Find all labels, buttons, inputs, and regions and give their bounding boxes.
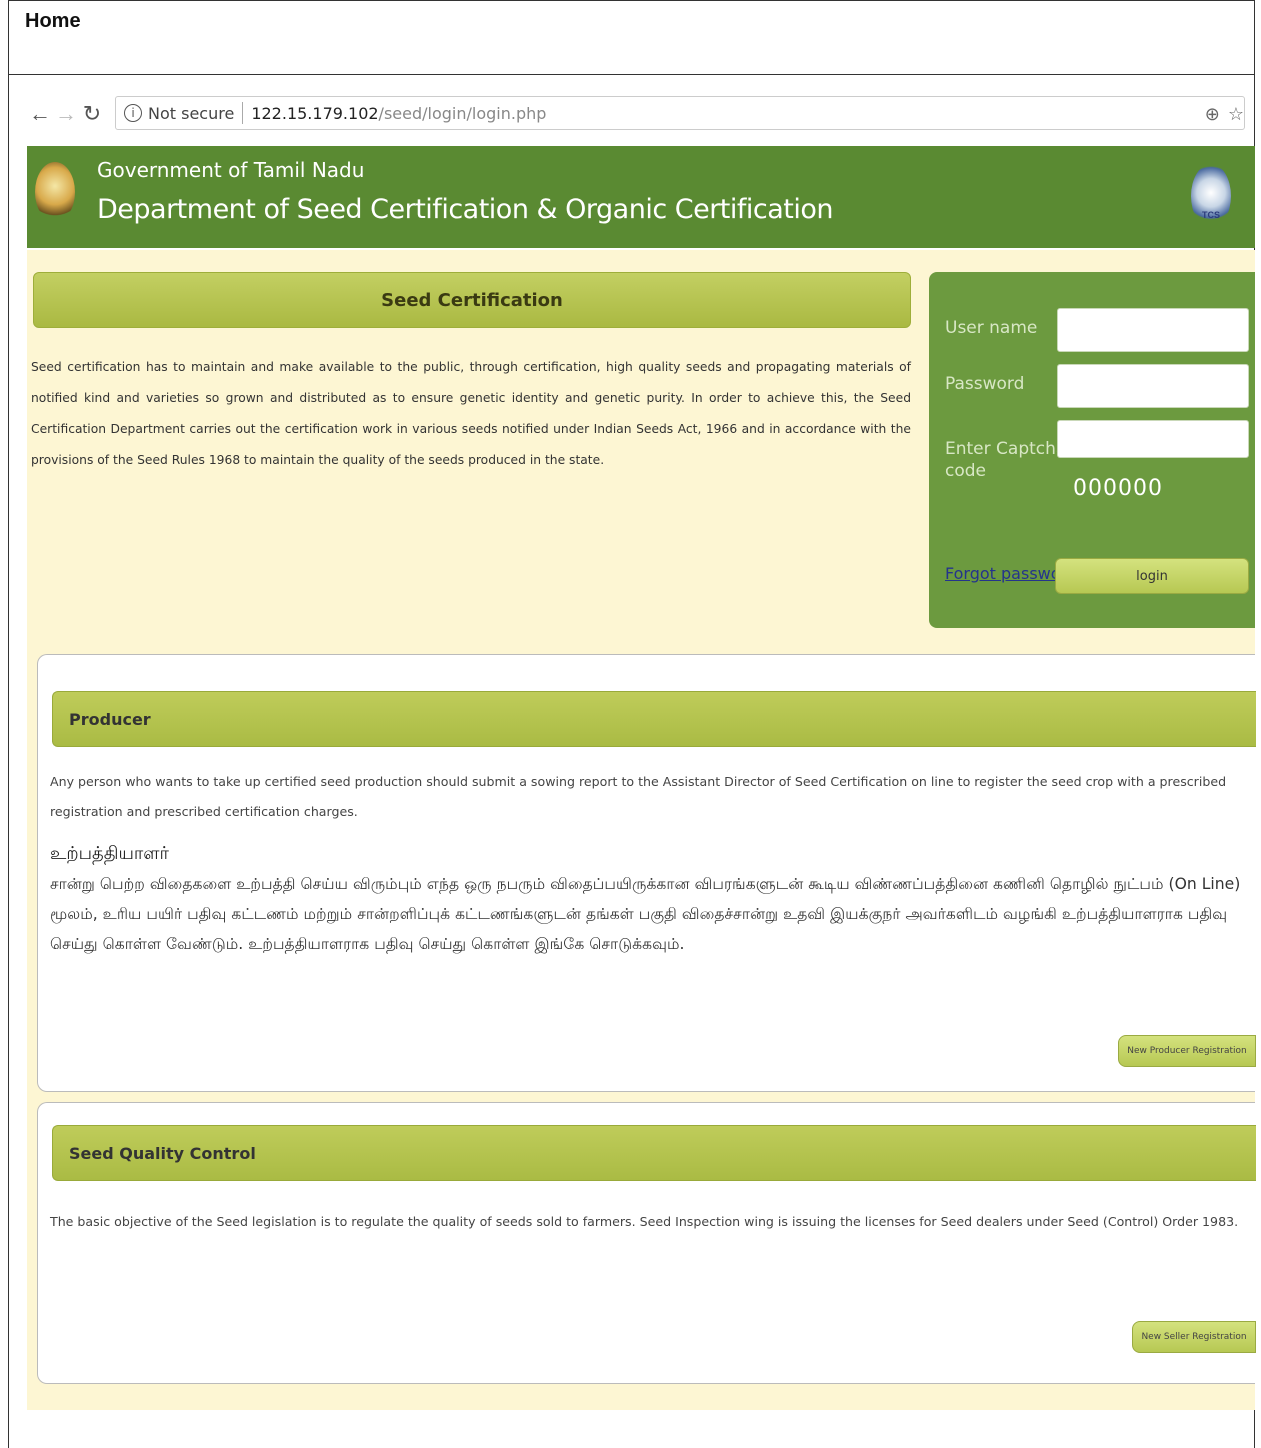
reload-icon[interactable]: ↻: [79, 101, 105, 127]
department-name: Department of Seed Certification & Organ…: [97, 194, 834, 225]
tcs-logo-text: TCS: [1202, 210, 1220, 220]
tcs-logo-icon: TCS: [1191, 164, 1231, 228]
seed-certification-heading: Seed Certification: [33, 272, 911, 328]
username-label: User name: [945, 318, 1038, 338]
government-name: Government of Tamil Nadu: [97, 158, 365, 182]
main-content: Seed Certification Seed certification ha…: [27, 250, 1256, 1410]
url-host: 122.15.179.102: [251, 103, 379, 123]
producer-tamil-heading: உற்பத்தியாளர்: [50, 843, 169, 864]
captcha-code: 000000: [1073, 476, 1163, 501]
site-header: Government of Tamil Nadu Department of S…: [27, 146, 1255, 248]
back-arrow-icon[interactable]: ←: [27, 101, 53, 127]
seed-quality-control-heading: Seed Quality Control: [52, 1125, 1256, 1181]
producer-description: Any person who wants to take up certifie…: [50, 774, 1227, 819]
seed-quality-control-description: The basic objective of the Seed legislat…: [50, 1214, 1239, 1229]
info-icon[interactable]: i: [124, 104, 142, 122]
producer-card: Producer Any person who wants to take up…: [37, 654, 1256, 1092]
password-label: Password: [945, 374, 1025, 394]
password-input[interactable]: [1057, 364, 1249, 408]
producer-tamil-description: சான்று பெற்ற விதைகளை உற்பத்தி செய்ய விரு…: [50, 875, 1241, 953]
forward-arrow-icon[interactable]: →: [53, 101, 79, 127]
login-panel: User name Password Enter Captcha code 00…: [929, 272, 1255, 628]
tamil-nadu-emblem-icon: [35, 162, 75, 222]
url-path: /seed/login/login.php: [378, 103, 547, 123]
captcha-label: Enter Captcha code: [945, 438, 1066, 482]
security-status: Not secure: [148, 103, 235, 123]
seed-quality-control-card: Seed Quality Control The basic objective…: [37, 1102, 1256, 1384]
zoom-icon[interactable]: ⊕: [1205, 104, 1220, 125]
new-seller-registration-button[interactable]: New Seller Registration: [1132, 1321, 1256, 1353]
star-icon[interactable]: ☆: [1228, 104, 1244, 125]
document-divider: [8, 74, 1255, 75]
new-producer-registration-button[interactable]: New Producer Registration: [1118, 1035, 1256, 1067]
captcha-label-line2: code: [945, 461, 986, 481]
browser-toolbar: ← → ↻ i Not secure 122.15.179.102/seed/l…: [27, 92, 1255, 136]
seed-certification-description: Seed certification has to maintain and m…: [31, 360, 911, 467]
captcha-input[interactable]: [1057, 420, 1249, 458]
captcha-label-line1: Enter Captcha: [945, 439, 1067, 459]
username-input[interactable]: [1057, 308, 1249, 352]
document-title: Home: [25, 10, 81, 32]
login-button[interactable]: login: [1055, 558, 1249, 594]
url-separator: [242, 102, 244, 124]
producer-heading: Producer: [52, 691, 1256, 747]
address-bar[interactable]: i Not secure 122.15.179.102/seed/login/l…: [115, 96, 1245, 130]
omnibox-actions: ⊕ ☆: [1205, 97, 1244, 131]
